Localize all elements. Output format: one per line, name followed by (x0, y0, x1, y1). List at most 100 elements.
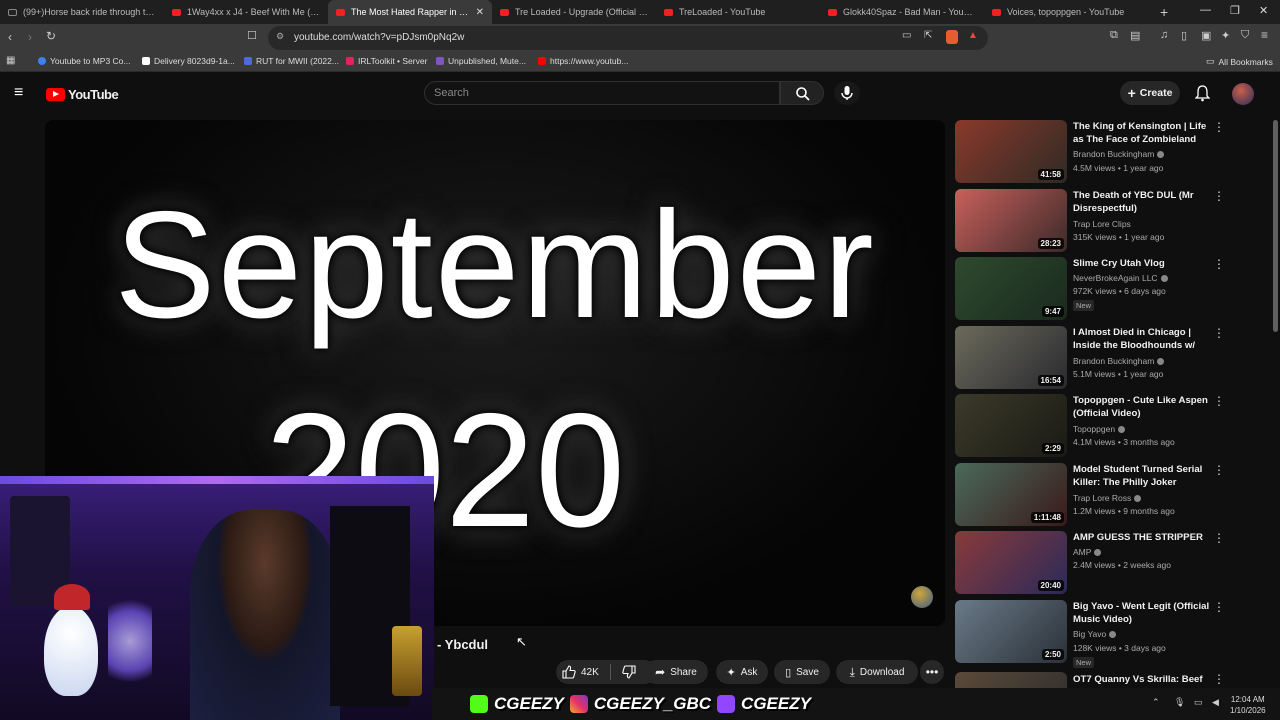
ask-button[interactable]: ✦ Ask (716, 660, 768, 684)
close-tab-icon[interactable]: ✕ (476, 7, 484, 18)
url-field[interactable]: ⚙ youtube.com/watch?v=pDJsm0pNq2w ▭ ⇱ ▲ (268, 26, 988, 50)
more-vertical-icon[interactable]: ⋮ (1213, 326, 1225, 340)
video-thumbnail[interactable]: 20:40 (955, 531, 1067, 594)
channel-name[interactable]: Brandon Buckingham (1073, 356, 1165, 366)
recommendation-title[interactable]: Topoppgen - Cute Like Aspen (Official Vi… (1073, 394, 1213, 420)
bookmark-item[interactable]: Delivery 8023d9-1a... (142, 56, 235, 66)
recommendation-item[interactable]: 41:58 The King of Kensington | Life as T… (955, 120, 1235, 184)
video-thumbnail[interactable]: 16:54 (955, 326, 1067, 389)
forward-icon[interactable]: › (28, 30, 32, 44)
recommendation-title[interactable]: The Death of YBC DUL (Mr Disrespectful) (1073, 189, 1213, 215)
more-vertical-icon[interactable]: ⋮ (1213, 120, 1225, 134)
bookmark-item[interactable]: IRLToolkit • Server (346, 56, 427, 66)
recommendation-title[interactable]: I Almost Died in Chicago | Inside the Bl… (1073, 326, 1213, 352)
extensions-icon[interactable]: ⧉ (1110, 29, 1118, 42)
wallet-icon[interactable]: ▣ (1201, 29, 1211, 42)
maximize-icon[interactable]: ❐ (1230, 4, 1240, 17)
youtube-logo[interactable]: YouTube (46, 87, 119, 102)
more-vertical-icon[interactable]: ⋮ (1213, 394, 1225, 408)
more-vertical-icon[interactable]: ⋮ (1213, 531, 1225, 545)
recommendation-item[interactable]: OT7 Quanny Vs Skrilla: Beef ⋮ (955, 672, 1235, 688)
channel-name[interactable]: Brandon Buckingham (1073, 149, 1165, 159)
menu-icon[interactable]: ≡ (1261, 28, 1268, 42)
save-button[interactable]: ▯ Save (774, 660, 830, 684)
recommendation-title[interactable]: Slime Cry Utah Vlog (1073, 257, 1213, 270)
system-clock[interactable]: 12:04 AM 1/10/2026 (1230, 694, 1266, 716)
minimize-icon[interactable]: — (1200, 4, 1211, 16)
recommendation-title[interactable]: AMP GUESS THE STRIPPER (1073, 531, 1213, 544)
search-input[interactable]: Search (424, 81, 780, 105)
channel-name[interactable]: Trap Lore Ross (1073, 493, 1142, 503)
more-vertical-icon[interactable]: ⋮ (1213, 189, 1225, 203)
more-vertical-icon[interactable]: ⋮ (1213, 672, 1225, 686)
video-thumbnail[interactable]: 2:29 (955, 394, 1067, 457)
channel-name[interactable]: Big Yavo (1073, 629, 1117, 639)
recommendation-item[interactable]: 16:54 I Almost Died in Chicago | Inside … (955, 326, 1235, 390)
all-bookmarks[interactable]: ▭ All Bookmarks (1206, 56, 1273, 67)
voice-search-button[interactable] (834, 81, 860, 105)
recommendation-title[interactable]: OT7 Quanny Vs Skrilla: Beef (1073, 673, 1213, 686)
like-button[interactable]: 42K (562, 665, 599, 679)
brave-shield-icon[interactable] (946, 30, 958, 44)
bookmark-item[interactable]: Unpublished, Mute... (436, 56, 526, 66)
bookmark-item[interactable]: RUT for MWII (2022... (244, 56, 339, 66)
bookmark-icon[interactable]: ☐ (247, 29, 257, 42)
video-thumbnail[interactable]: 9:47 (955, 257, 1067, 320)
channel-name[interactable]: Topoppgen (1073, 424, 1126, 434)
recommendation-item[interactable]: 28:23 The Death of YBC DUL (Mr Disrespec… (955, 189, 1235, 253)
notifications-bell-icon[interactable] (1195, 85, 1210, 102)
tray-volume-icon[interactable]: ◀ (1212, 697, 1219, 708)
reload-icon[interactable]: ↻ (46, 29, 56, 43)
share-page-icon[interactable]: ⇱ (924, 30, 932, 41)
thumbs-down-icon[interactable] (622, 665, 636, 679)
search-button[interactable] (780, 81, 824, 105)
reader-icon[interactable]: ▤ (1130, 29, 1140, 42)
browser-tab[interactable]: (99+)Horse back ride through the st (0, 0, 164, 24)
new-tab-button[interactable]: + (1148, 4, 1180, 20)
tray-network-icon[interactable]: ▭ (1194, 697, 1203, 708)
rewards-icon[interactable]: ▲ (968, 30, 978, 41)
back-icon[interactable]: ‹ (8, 30, 12, 44)
media-icon[interactable]: ♫ (1160, 29, 1168, 41)
share-button[interactable]: ➦ Share (644, 660, 708, 684)
browser-tab[interactable]: Glokk40Spaz - Bad Man - YouTube (820, 0, 984, 24)
video-thumbnail[interactable]: 1:11:48 (955, 463, 1067, 526)
video-thumbnail[interactable]: 2:50 (955, 600, 1067, 663)
channel-name[interactable]: Trap Lore Clips (1073, 219, 1131, 229)
vpn-icon[interactable]: ⛉ (1241, 29, 1249, 42)
browser-tab[interactable]: Tre Loaded - Upgrade (Official Music (492, 0, 656, 24)
download-button[interactable]: ⤓ Download (836, 660, 918, 684)
close-window-icon[interactable]: ✕ (1259, 4, 1268, 17)
channel-name[interactable]: AMP (1073, 547, 1102, 557)
site-info-icon[interactable]: ⚙ (276, 31, 284, 42)
video-thumbnail[interactable]: 28:23 (955, 189, 1067, 252)
tray-chevron-icon[interactable]: ⌃ (1152, 697, 1160, 708)
more-vertical-icon[interactable]: ⋮ (1213, 257, 1225, 271)
apps-grid-icon[interactable]: ▦ (6, 55, 15, 66)
more-vertical-icon[interactable]: ⋮ (1213, 600, 1225, 614)
hamburger-menu-icon[interactable]: ≡ (14, 84, 23, 102)
browser-tab[interactable]: 1Way4xx x J4 - Beef With Me (Officia (164, 0, 328, 24)
leo-icon[interactable]: ✦ (1221, 29, 1230, 42)
bookmark-item[interactable]: https://www.youtub... (538, 56, 628, 66)
create-button[interactable]: + Create (1120, 81, 1180, 105)
more-actions-button[interactable]: ••• (920, 660, 944, 684)
recommendation-item[interactable]: 20:40 AMP GUESS THE STRIPPER AMP 2.4M vi… (955, 531, 1235, 595)
cast-icon[interactable]: ▭ (902, 30, 911, 41)
video-thumbnail[interactable] (955, 672, 1067, 688)
bookmark-item[interactable]: Youtube to MP3 Co... (38, 56, 131, 66)
sidebar-icon[interactable]: ▯ (1181, 29, 1187, 42)
channel-name[interactable]: NeverBrokeAgain LLC (1073, 273, 1168, 283)
avatar[interactable] (1232, 83, 1254, 105)
recommendation-title[interactable]: The King of Kensington | Life as The Fac… (1073, 120, 1213, 146)
recommendation-item[interactable]: 1:11:48 Model Student Turned Serial Kill… (955, 463, 1235, 527)
browser-tab[interactable]: Voices, topoppgen - YouTube (984, 0, 1148, 24)
recommendation-item[interactable]: 2:29 Topoppgen - Cute Like Aspen (Offici… (955, 394, 1235, 458)
more-vertical-icon[interactable]: ⋮ (1213, 463, 1225, 477)
channel-watermark-icon[interactable] (911, 586, 933, 608)
recommendation-item[interactable]: 9:47 Slime Cry Utah Vlog NeverBrokeAgain… (955, 257, 1235, 321)
recommendation-item[interactable]: 2:50 Big Yavo - Went Legit (Official Mus… (955, 600, 1235, 668)
browser-tab[interactable]: TreLoaded - YouTube (656, 0, 820, 24)
tray-mic-icon[interactable]: 🎙 (1174, 697, 1185, 708)
browser-tab-active[interactable]: The Most Hated Rapper in Ph ✕ (328, 0, 492, 24)
